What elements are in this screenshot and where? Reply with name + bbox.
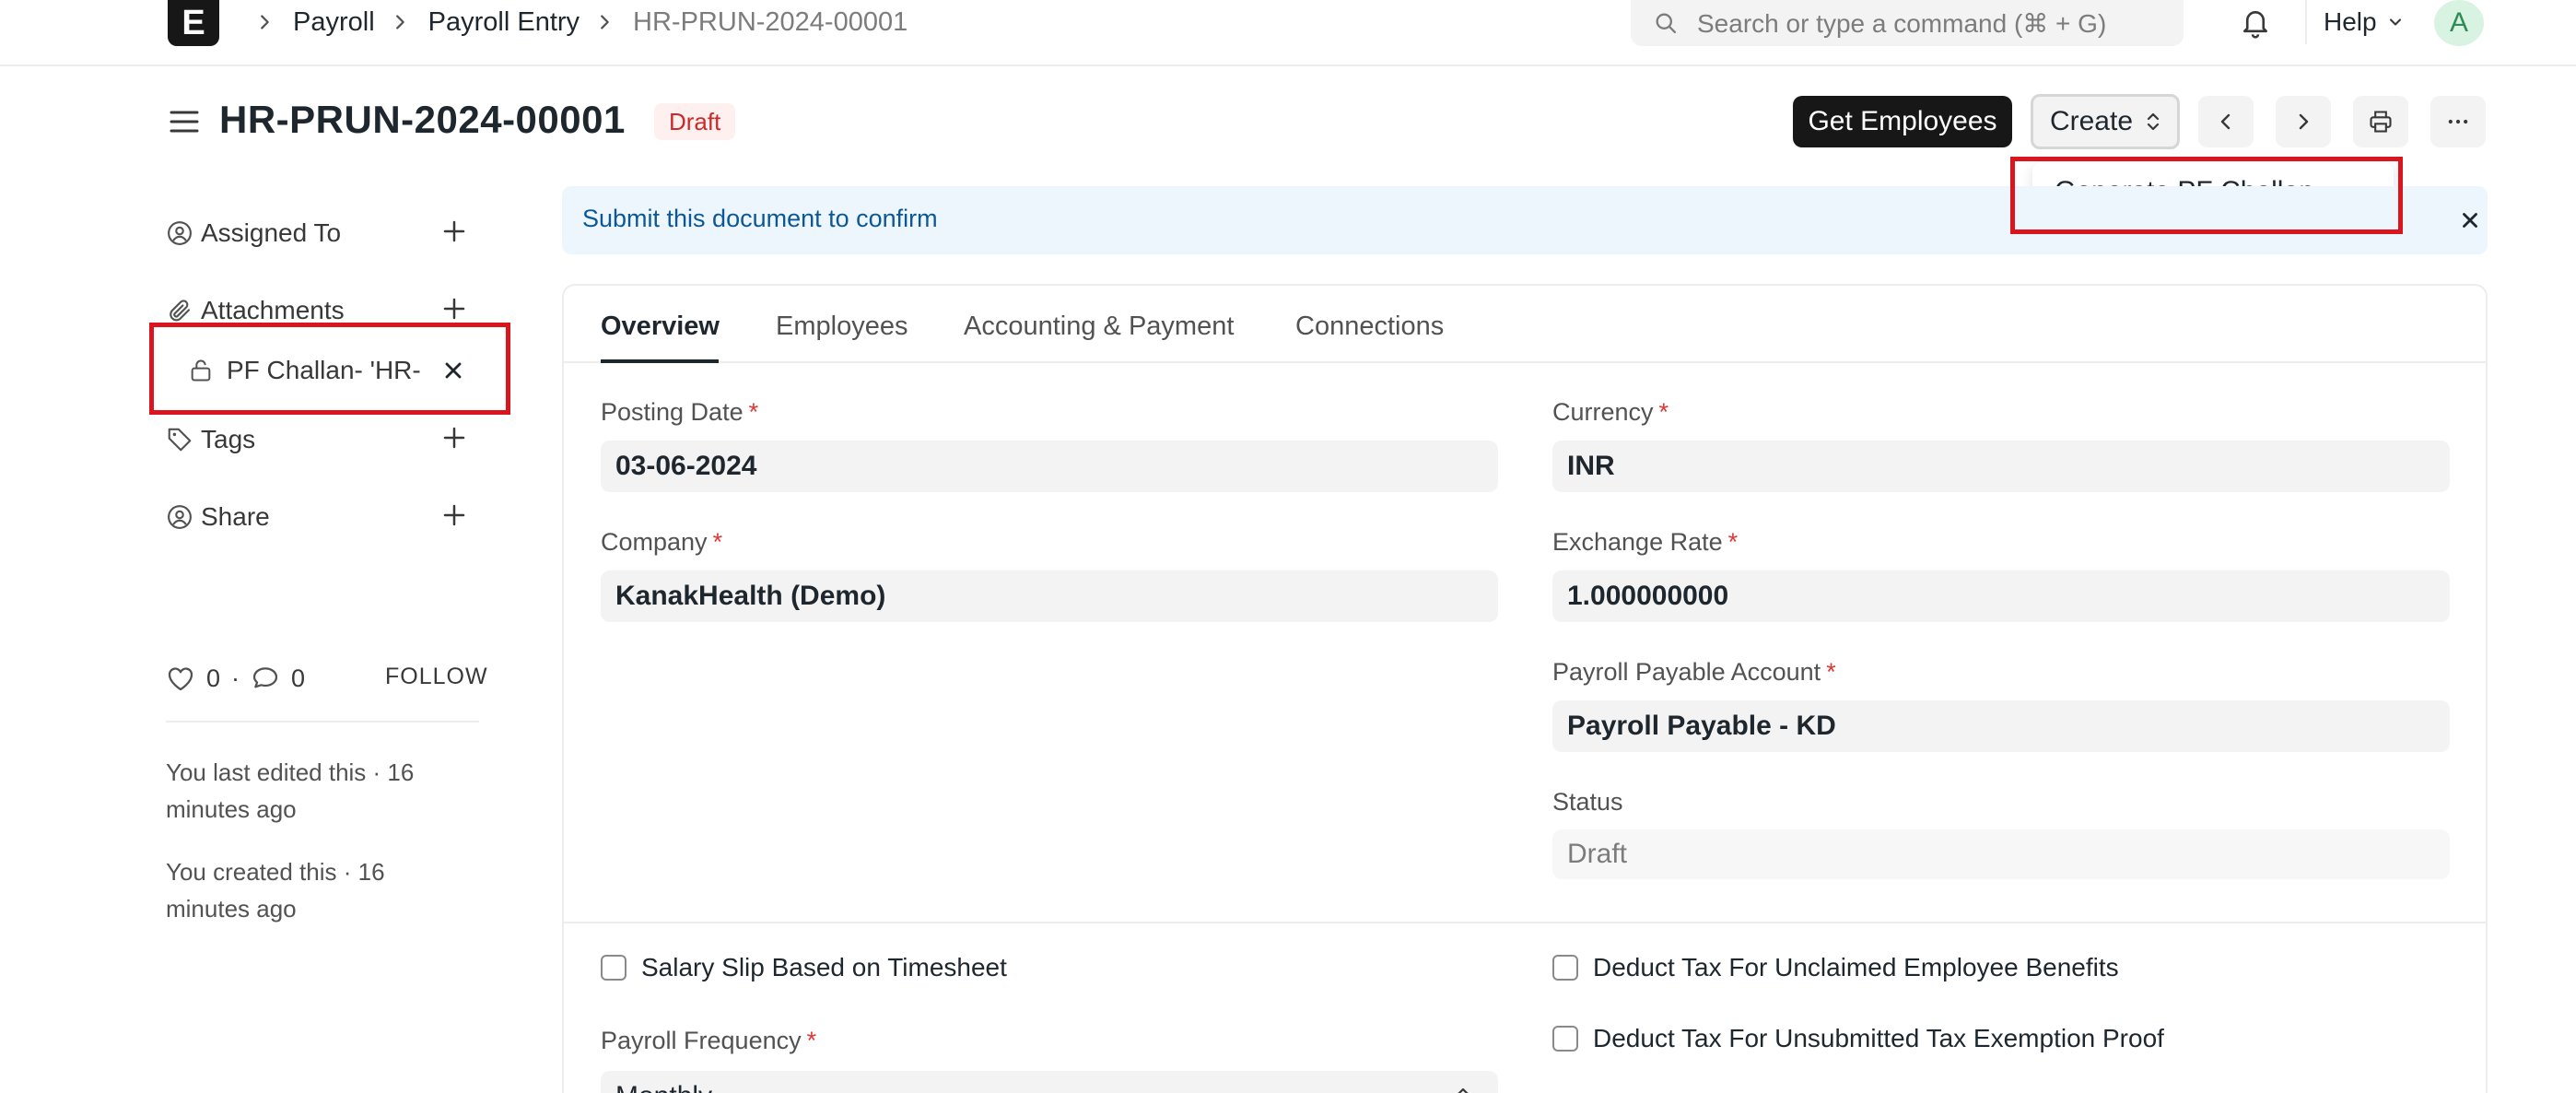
next-doc-button[interactable] xyxy=(2276,96,2331,147)
plus-icon[interactable] xyxy=(440,424,468,452)
sidebar-label: Attachments xyxy=(201,296,345,324)
tag-icon xyxy=(168,428,192,452)
chevron-right-icon xyxy=(594,10,618,34)
attachment-filename: PF Challan- 'HR- xyxy=(227,356,421,384)
comment-icon[interactable] xyxy=(251,664,280,692)
plus-icon[interactable] xyxy=(440,501,468,529)
company-label: Company * xyxy=(601,528,723,556)
user-add-icon xyxy=(168,221,192,245)
tab-accounting-payment[interactable]: Accounting & Payment xyxy=(964,311,1234,342)
follow-button[interactable]: FOLLOW xyxy=(385,664,488,690)
separator-dot: · xyxy=(231,664,240,692)
sidebar-toggle-icon[interactable] xyxy=(168,107,201,136)
last-edited-note: You last edited this · 16 minutes ago xyxy=(166,758,415,823)
checkbox-label: Salary Slip Based on Timesheet xyxy=(641,953,1007,981)
tab-employees[interactable]: Employees xyxy=(776,311,907,342)
app-logo[interactable]: E xyxy=(168,0,219,46)
create-button[interactable]: Create xyxy=(2031,94,2180,149)
payroll-frequency-value: Monthly xyxy=(615,1081,712,1093)
deduct-unclaimed-checkbox[interactable]: Deduct Tax For Unclaimed Employee Benefi… xyxy=(1552,953,2119,982)
sidebar-share[interactable]: Share xyxy=(166,499,270,535)
sidebar-divider xyxy=(166,721,479,723)
plus-icon[interactable] xyxy=(440,217,468,245)
search-icon xyxy=(1656,13,1677,34)
tab-overview[interactable]: Overview xyxy=(601,311,720,342)
submit-alert: Submit this document to confirm xyxy=(562,186,2488,254)
form-card: Overview Employees Accounting & Payment … xyxy=(562,284,2488,1093)
sidebar-label: Assigned To xyxy=(201,218,342,247)
user-share-icon xyxy=(168,505,192,529)
company-field[interactable]: KanakHealth (Demo) xyxy=(601,570,1498,622)
alert-text: Submit this document to confirm xyxy=(582,205,938,232)
active-tab-indicator xyxy=(601,359,719,363)
payable-account-field[interactable]: Payroll Payable - KD xyxy=(1552,700,2450,752)
breadcrumb-current[interactable]: HR-PRUN-2024-00001 xyxy=(633,7,907,38)
like-count: 0 xyxy=(206,664,221,692)
status-field: Draft xyxy=(1552,829,2450,879)
printer-icon xyxy=(2370,111,2392,133)
created-note: You created this · 16 minutes ago xyxy=(166,858,385,923)
section-divider xyxy=(564,922,2486,923)
help-menu[interactable]: Help xyxy=(2324,0,2405,44)
get-employees-button[interactable]: Get Employees xyxy=(1793,96,2012,147)
heart-icon[interactable] xyxy=(166,664,195,692)
more-actions-button[interactable] xyxy=(2430,96,2486,147)
payable-account-label: Payroll Payable Account * xyxy=(1552,658,1836,686)
chevron-right-icon xyxy=(2299,113,2309,130)
sidebar-label: Tags xyxy=(201,425,256,453)
comment-count: 0 xyxy=(291,664,306,692)
currency-field[interactable]: INR xyxy=(1552,441,2450,492)
checkbox-label: Deduct Tax For Unclaimed Employee Benefi… xyxy=(1593,953,2119,981)
previous-doc-button[interactable] xyxy=(2198,96,2254,147)
currency-label: Currency * xyxy=(1552,398,1669,426)
lock-icon xyxy=(191,359,211,382)
print-button[interactable] xyxy=(2353,96,2408,147)
navbar-divider xyxy=(2305,0,2307,44)
chevron-right-icon xyxy=(390,10,414,34)
exchange-rate-field[interactable]: 1.000000000 xyxy=(1552,570,2450,622)
salary-slip-timesheet-checkbox[interactable]: Salary Slip Based on Timesheet xyxy=(601,953,1007,982)
page-title: HR-PRUN-2024-00001 xyxy=(219,98,626,141)
breadcrumb-payroll[interactable]: Payroll xyxy=(293,7,375,38)
likes-comments: 0 · 0 xyxy=(166,660,305,697)
payroll-frequency-label: Payroll Frequency * xyxy=(601,1027,817,1054)
posting-date-field[interactable]: 03-06-2024 xyxy=(601,441,1498,492)
chevron-updown-icon xyxy=(2147,112,2160,131)
remove-attachment-icon[interactable] xyxy=(440,358,466,383)
search-input[interactable]: Search or type a command (⌘ + G) xyxy=(1631,0,2184,46)
sidebar-assigned-to[interactable]: Assigned To xyxy=(166,215,341,252)
payroll-frequency-select[interactable]: Monthly xyxy=(601,1071,1498,1093)
tab-connections[interactable]: Connections xyxy=(1295,311,1444,342)
checkbox[interactable] xyxy=(601,955,626,981)
checkbox[interactable] xyxy=(1552,1026,1578,1052)
paperclip-icon xyxy=(170,300,191,322)
sidebar-label: Share xyxy=(201,502,270,531)
chevron-right-icon xyxy=(254,10,278,34)
sidebar-tags[interactable]: Tags xyxy=(166,421,255,458)
checkbox-label: Deduct Tax For Unsubmitted Tax Exemption… xyxy=(1593,1024,2164,1052)
breadcrumb: Payroll Payroll Entry HR-PRUN-2024-00001 xyxy=(240,0,907,44)
avatar[interactable]: A xyxy=(2434,0,2484,46)
plus-icon[interactable] xyxy=(440,295,468,323)
deduct-unsubmitted-checkbox[interactable]: Deduct Tax For Unsubmitted Tax Exemption… xyxy=(1552,1024,2164,1053)
status-label: Status xyxy=(1552,788,1623,816)
notification-bell-icon[interactable] xyxy=(2239,6,2272,41)
chevron-left-icon xyxy=(2220,113,2231,130)
help-label: Help xyxy=(2324,7,2377,36)
status-badge: Draft xyxy=(654,103,736,140)
sidebar-attachments[interactable]: Attachments xyxy=(166,292,345,329)
checkbox[interactable] xyxy=(1552,955,1578,981)
posting-date-label: Posting Date * xyxy=(601,398,759,426)
search-placeholder: Search or type a command (⌘ + G) xyxy=(1697,8,2107,38)
more-horizontal-icon xyxy=(2448,119,2468,124)
create-button-label: Create xyxy=(2049,106,2134,136)
navbar: E Payroll Payroll Entry HR-PRUN-2024-000… xyxy=(0,0,2576,66)
close-icon[interactable] xyxy=(2458,208,2482,232)
exchange-rate-label: Exchange Rate * xyxy=(1552,528,1739,556)
form-tabs: Overview Employees Accounting & Payment … xyxy=(564,286,2486,363)
breadcrumb-payroll-entry[interactable]: Payroll Entry xyxy=(428,7,580,38)
chevron-updown-icon xyxy=(1458,1087,1469,1093)
attachment-item[interactable]: PF Challan- 'HR- xyxy=(188,352,421,389)
chevron-down-icon xyxy=(2389,18,2401,26)
